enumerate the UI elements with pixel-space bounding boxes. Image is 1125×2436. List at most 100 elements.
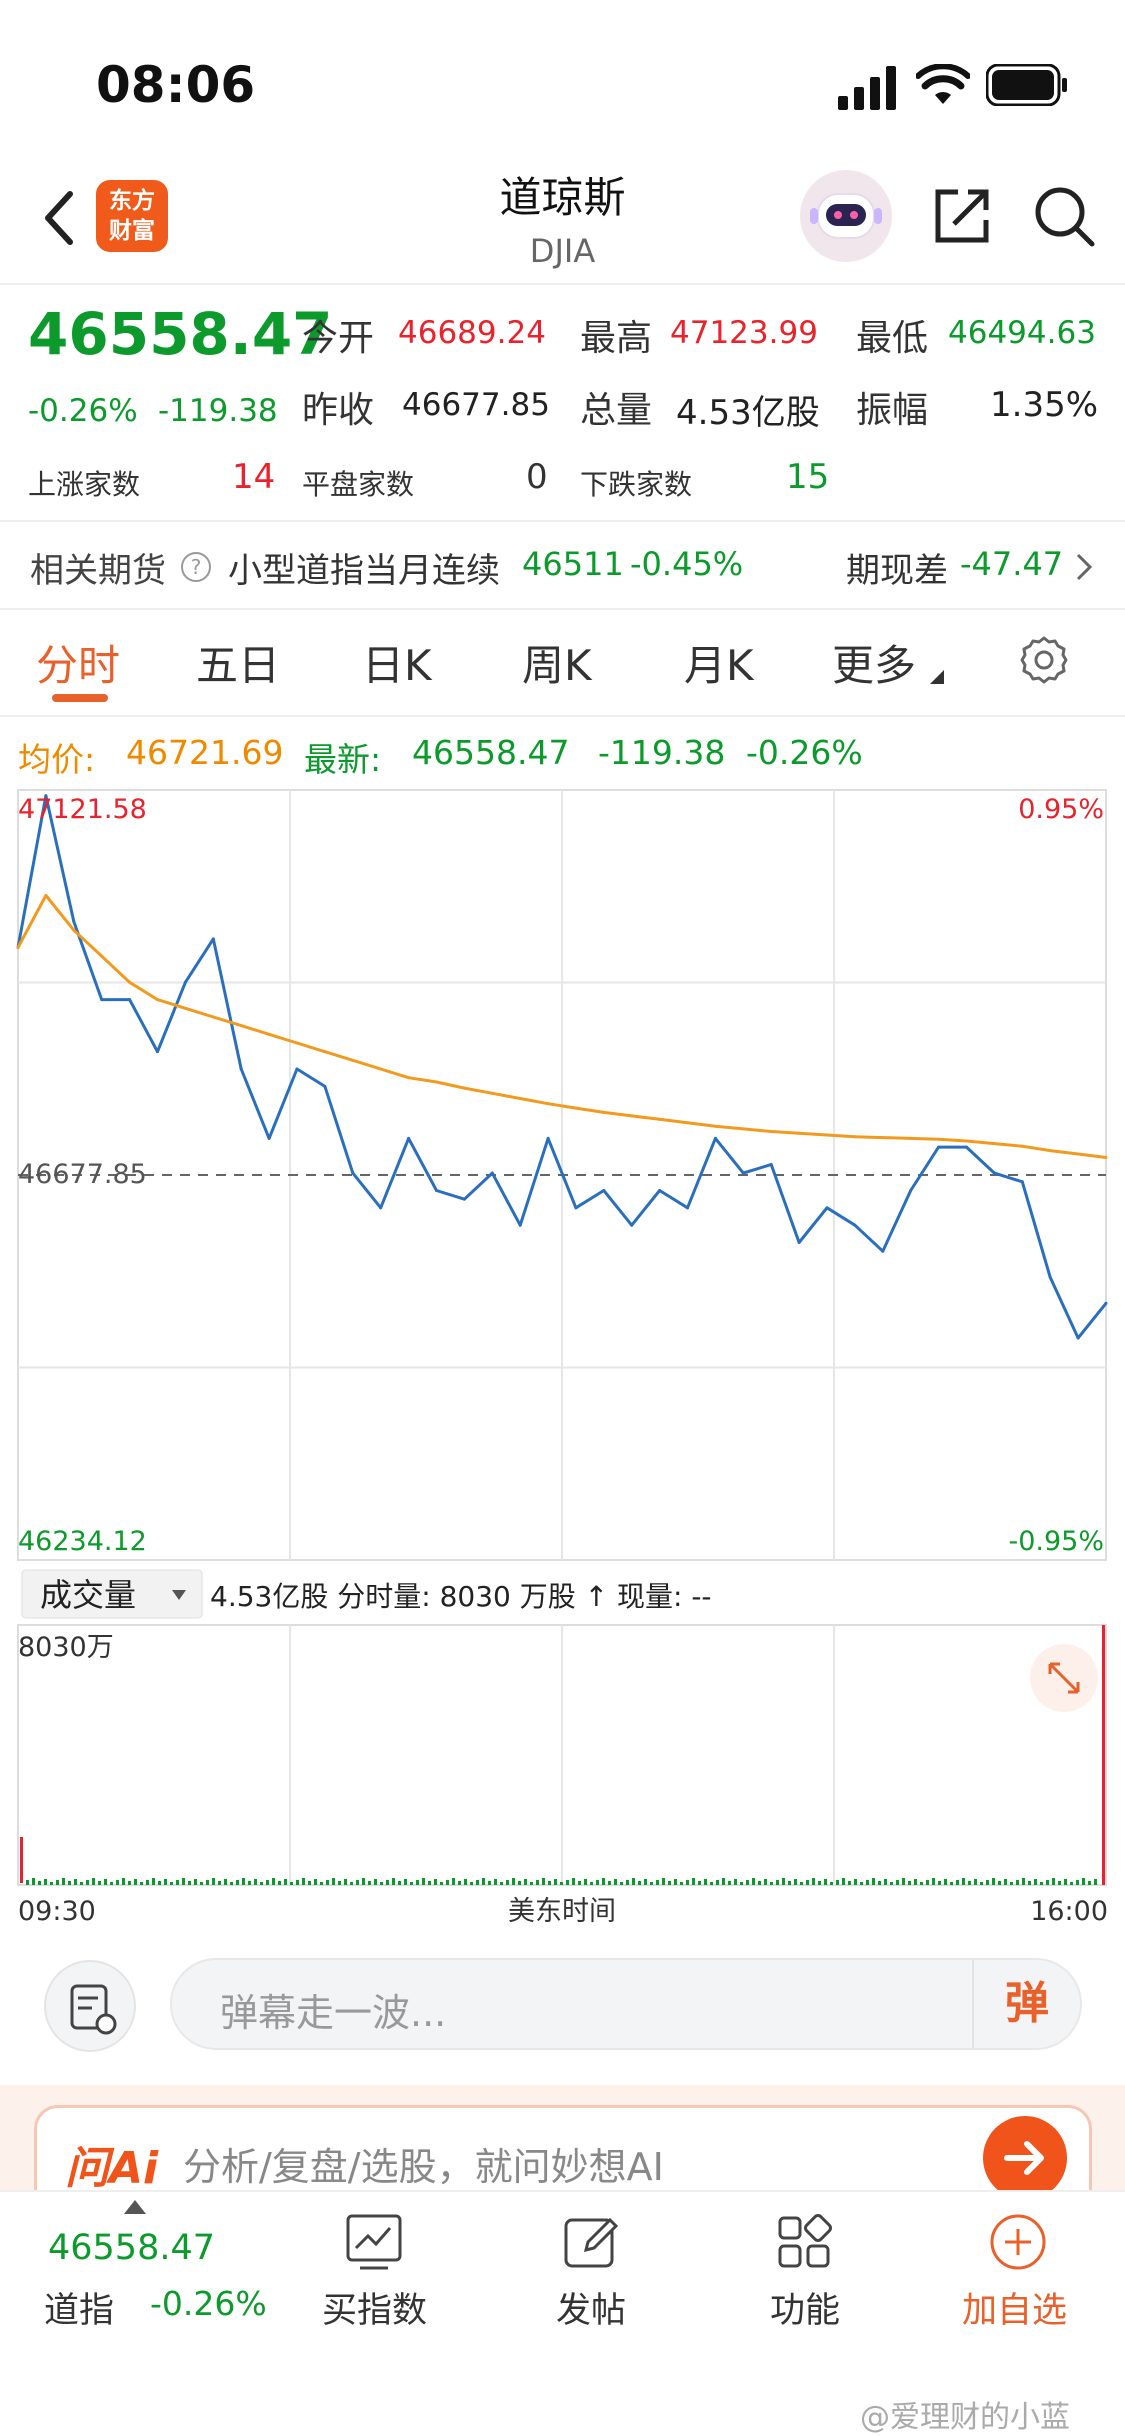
expand-icon[interactable] (1030, 1644, 1098, 1712)
volume-bar (26, 1880, 29, 1885)
share-icon[interactable] (930, 184, 994, 248)
volume-bar (86, 1880, 89, 1885)
volume-bar (980, 1882, 983, 1885)
index-change-pct: -0.26% (28, 393, 138, 429)
volume-bar (674, 1879, 677, 1885)
volume-bar (464, 1879, 467, 1885)
volume-bar (578, 1881, 581, 1885)
volume-bar (860, 1882, 863, 1885)
price-line-point (658, 1188, 662, 1192)
nav-add-watchlist[interactable] (988, 2212, 1048, 2276)
settings-icon[interactable] (1018, 634, 1070, 686)
volume-bar (1058, 1881, 1061, 1885)
nav-buy-index[interactable] (344, 2212, 404, 2276)
volume-bar (446, 1880, 449, 1885)
volume-bar (638, 1881, 641, 1885)
help-icon[interactable]: ? (180, 551, 212, 583)
volume-bar (494, 1879, 497, 1885)
arrow-right-icon (1004, 2141, 1044, 2175)
volume-bar (800, 1882, 803, 1885)
volume-bar (1094, 1879, 1097, 1885)
volume-bar (200, 1882, 203, 1885)
nav-post-label[interactable]: 发帖 (556, 2282, 626, 2333)
avg-line-point (72, 928, 76, 932)
volume-bar (608, 1881, 611, 1885)
volume-bar (518, 1881, 521, 1885)
volume-bar (368, 1881, 371, 1885)
volume-bar (590, 1882, 593, 1885)
avg-line-point (853, 1135, 857, 1139)
price-line-point (462, 1197, 466, 1201)
avg-line-point (797, 1131, 801, 1135)
up-count: 14 (232, 457, 276, 497)
avg-line-point (574, 1106, 578, 1110)
avg-line-point (992, 1142, 996, 1146)
volume-max-label: 8030万 (18, 1632, 114, 1663)
danmu-input[interactable]: 弹幕走一波... 弹 (170, 1958, 1082, 2050)
volume-bar (908, 1881, 911, 1885)
volume-bar (596, 1880, 599, 1885)
volume-bar (1052, 1878, 1055, 1885)
tab-more[interactable]: 更多 (832, 632, 916, 693)
price-line-point (992, 1171, 996, 1175)
volume-bar (302, 1878, 305, 1885)
tab-monthly-k[interactable]: 月K (684, 632, 754, 693)
volume-bar (770, 1882, 773, 1885)
volume-bar (758, 1881, 761, 1885)
price-line-point (490, 1171, 494, 1175)
volume-bar (182, 1878, 185, 1885)
status-time: 08:06 (96, 56, 256, 114)
price-line-point (407, 1136, 411, 1140)
intraday-chart[interactable]: 47121.58 46677.85 46234.12 0.95% -0.95% … (0, 780, 1125, 1930)
tab-daily-k[interactable]: 日K (362, 632, 432, 693)
assistant-avatar[interactable] (800, 170, 892, 262)
futures-row[interactable]: 相关期货 ? 小型道指当月连续 46511 -0.45% 期现差 -47.47 (0, 535, 1125, 597)
avg-line-point (267, 1032, 271, 1036)
nav-index-pct[interactable]: -0.26% (150, 2284, 267, 2323)
avg-line-point (881, 1136, 885, 1140)
ai-go-button[interactable] (983, 2116, 1067, 2200)
nav-add-watchlist-label[interactable]: 加自选 (962, 2282, 1067, 2333)
tab-intraday[interactable]: 分时 (36, 632, 120, 693)
x-end-label: 16:00 (1030, 1896, 1108, 1927)
volume-bar (482, 1878, 485, 1885)
volume-bar (764, 1879, 767, 1885)
volume-bar (134, 1879, 137, 1885)
volume-bar (68, 1881, 71, 1885)
tab-five-day[interactable]: 五日 (196, 632, 280, 693)
notes-button[interactable] (44, 1960, 136, 2052)
volume-selector[interactable]: 成交量 (21, 1569, 203, 1619)
nav-functions[interactable] (774, 2212, 834, 2276)
search-icon[interactable] (1032, 184, 1096, 248)
tab-weekly-k[interactable]: 周K (522, 632, 592, 693)
price-line-point (211, 937, 215, 941)
volume-bar (752, 1878, 755, 1885)
volume-bar (830, 1882, 833, 1885)
volume-bar (644, 1879, 647, 1885)
price-line-point (1020, 1180, 1024, 1184)
volume-bar (968, 1881, 971, 1885)
volume-bar (236, 1880, 239, 1885)
nav-functions-label[interactable]: 功能 (770, 2282, 840, 2333)
volume-bar (680, 1882, 683, 1885)
avg-line-point (686, 1121, 690, 1125)
nav-index-price[interactable]: 46558.47 (48, 2228, 215, 2268)
volume-bar (422, 1878, 425, 1885)
volume-bar (794, 1879, 797, 1885)
avg-line-point (658, 1117, 662, 1121)
volume-bar (530, 1882, 533, 1885)
more-caret-icon (930, 670, 944, 684)
nav-post[interactable] (562, 2212, 622, 2276)
volume-bar (62, 1878, 65, 1885)
volume-bar (110, 1882, 113, 1885)
ai-prompt-text: 分析/复盘/选股，就问妙想AI (183, 2145, 664, 2189)
volume-bar (896, 1880, 899, 1885)
nav-index-name[interactable]: 道指 (44, 2282, 114, 2333)
grid-icon (778, 2214, 832, 2268)
index-price: 46558.47 (28, 300, 333, 368)
down-count-label: 下跌家数 (580, 468, 693, 501)
nav-buy-index-label[interactable]: 买指数 (322, 2282, 427, 2333)
price-line-point (909, 1188, 913, 1192)
danmu-send-button[interactable]: 弹 (972, 1960, 1080, 2048)
volume-bar (248, 1881, 251, 1885)
